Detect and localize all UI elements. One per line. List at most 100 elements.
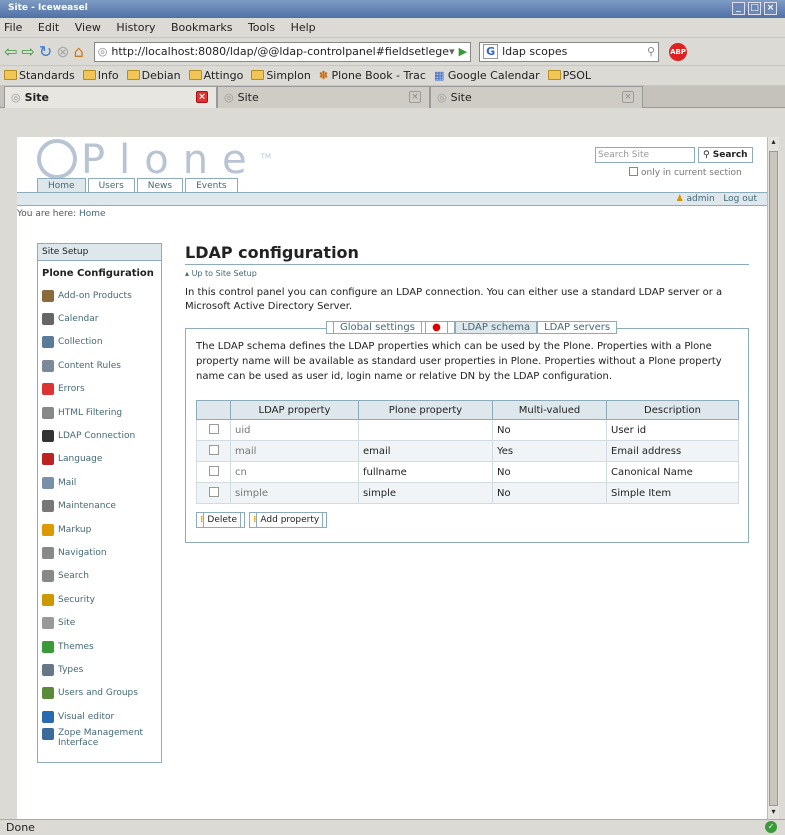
sidebar-item[interactable]: Zope Management Interface <box>38 728 161 762</box>
table-row: uid No User id <box>196 419 739 441</box>
sidebar-item[interactable]: Content Rules <box>38 354 161 377</box>
error-icon <box>42 383 54 396</box>
scroll-up-icon[interactable]: ▴ <box>768 137 779 149</box>
sidebar-item[interactable]: LDAP Connection <box>38 424 161 447</box>
portlet-header[interactable]: Site Setup <box>38 244 161 261</box>
only-current-checkbox[interactable] <box>629 167 638 176</box>
scroll-down-icon[interactable]: ▾ <box>768 807 779 819</box>
sidebar-item-label: Site <box>58 618 76 629</box>
vertical-scrollbar[interactable]: ▴ ▾ <box>767 137 779 819</box>
row-checkbox[interactable] <box>208 444 219 455</box>
lock-icon <box>42 593 54 606</box>
portlet-items: Add-on Products Calendar Collection Content… <box>38 284 161 762</box>
site-search-input[interactable]: Search Site <box>595 147 695 163</box>
bookmark-psol[interactable]: PSOL <box>547 69 591 82</box>
global-tab-home[interactable]: Home <box>37 178 86 193</box>
bookmark-debian[interactable]: Debian <box>126 69 181 82</box>
user-link[interactable]: admin <box>687 194 715 204</box>
logout-link[interactable]: Log out <box>723 194 757 204</box>
breadcrumb-home[interactable]: Home <box>79 209 106 219</box>
magnifier-icon[interactable]: ⚲ <box>647 45 655 58</box>
tab-site-2[interactable]: ◎ Site × <box>217 86 430 108</box>
sidebar-item[interactable]: Users and Groups <box>38 682 161 705</box>
sidebar-item[interactable]: Errors <box>38 378 161 401</box>
search-bar[interactable]: G ldap scopes ⚲ <box>479 41 660 62</box>
sidebar-item[interactable]: Types <box>38 658 161 681</box>
tab-ldap-servers[interactable]: LDAP servers <box>537 321 618 334</box>
close-tab-icon[interactable]: × <box>196 91 208 103</box>
sidebar-item-label: Errors <box>58 384 85 395</box>
plone-property-cell: simple <box>358 482 493 504</box>
close-tab-icon[interactable]: × <box>622 91 634 103</box>
menu-tools[interactable]: Tools <box>248 21 275 34</box>
sidebar-item[interactable]: Collection <box>38 331 161 354</box>
menu-file[interactable]: File <box>4 21 22 34</box>
bookmark-simplon[interactable]: Simplon <box>251 69 311 82</box>
row-checkbox[interactable] <box>208 486 219 497</box>
close-tab-icon[interactable]: × <box>409 91 421 103</box>
tab-site-1[interactable]: ◎ Site × <box>4 86 217 108</box>
search-input[interactable]: ldap scopes <box>502 45 647 58</box>
themes-icon <box>42 640 54 653</box>
sidebar-item-label: Users and Groups <box>58 688 138 699</box>
menu-bookmarks[interactable]: Bookmarks <box>171 21 232 34</box>
stop-icon[interactable]: ⊗ <box>56 43 69 60</box>
sidebar-item[interactable]: Calendar <box>38 307 161 330</box>
sidebar-item[interactable]: Add-on Products <box>38 284 161 307</box>
up-to-site-setup-link[interactable]: ▴ Up to Site Setup <box>185 269 749 278</box>
scrollbar-thumb[interactable] <box>769 151 778 806</box>
add-property-button[interactable]: ⁝ Add property <box>249 512 328 528</box>
sidebar-item[interactable]: HTML Filtering <box>38 401 161 424</box>
sidebar-item[interactable]: Language <box>38 448 161 471</box>
sidebar-item-label: LDAP Connection <box>58 431 136 442</box>
row-checkbox[interactable] <box>208 423 219 434</box>
delete-button[interactable]: ⁝ Delete <box>196 512 245 528</box>
sidebar-item[interactable]: Maintenance <box>38 495 161 518</box>
close-icon[interactable]: × <box>764 2 777 15</box>
global-tab-news[interactable]: News <box>136 178 184 193</box>
menu-history[interactable]: History <box>116 21 155 34</box>
url-dropdown-icon[interactable]: ▾ <box>449 45 455 58</box>
go-icon[interactable]: ▶ <box>459 45 467 58</box>
global-tab-users[interactable]: Users <box>87 178 135 193</box>
menu-view[interactable]: View <box>75 21 101 34</box>
bookmark-info[interactable]: Info <box>82 69 119 82</box>
sidebar-item[interactable]: Mail <box>38 471 161 494</box>
menu-help[interactable]: Help <box>291 21 316 34</box>
column-header-description: Description <box>606 400 739 420</box>
site-search-button[interactable]: ⚲ Search <box>698 147 753 163</box>
sidebar-item[interactable]: Security <box>38 588 161 611</box>
window-title: Site - Iceweasel <box>8 3 88 13</box>
only-current-section[interactable]: only in current section <box>629 167 742 178</box>
global-tab-events[interactable]: Events <box>185 178 238 193</box>
bookmark-google-calendar[interactable]: ▦ Google Calendar <box>434 69 540 82</box>
tab-global-settings[interactable]: Global settings ● <box>326 321 455 334</box>
bookmark-standards[interactable]: Standards <box>4 69 75 82</box>
url-bar[interactable]: ◎ http://localhost:8080/ldap/@@ldap-cont… <box>93 41 472 62</box>
tab-site-3[interactable]: ◎ Site × <box>430 86 643 108</box>
sidebar-item[interactable]: Themes <box>38 635 161 658</box>
sidebar-item[interactable]: Markup <box>38 518 161 541</box>
menu-edit[interactable]: Edit <box>38 21 59 34</box>
row-checkbox[interactable] <box>208 465 219 476</box>
sidebar-item[interactable]: Navigation <box>38 541 161 564</box>
bookmark-plone-book[interactable]: ✽ Plone Book - Trac <box>319 69 426 82</box>
bookmark-attingo[interactable]: Attingo <box>188 69 243 82</box>
maximize-icon[interactable]: □ <box>748 2 761 15</box>
tab-ldap-schema[interactable]: LDAP schema <box>454 321 538 334</box>
url-input[interactable]: http://localhost:8080/ldap/@@ldap-contro… <box>111 45 449 58</box>
search-engine-icon[interactable]: G <box>483 44 499 59</box>
back-icon[interactable]: ⇦ <box>4 43 17 60</box>
reload-icon[interactable]: ↻ <box>39 43 52 60</box>
sidebar-item[interactable]: Site <box>38 611 161 634</box>
minimize-icon[interactable]: _ <box>732 2 745 15</box>
portlet-current[interactable]: Plone Configuration <box>38 261 161 284</box>
select-column-header <box>196 400 231 420</box>
collection-icon <box>42 336 54 349</box>
home-icon[interactable]: ⌂ <box>74 43 84 60</box>
sidebar-item[interactable]: Visual editor <box>38 705 161 728</box>
forward-icon[interactable]: ⇨ <box>21 43 34 60</box>
sidebar-item[interactable]: Search <box>38 565 161 588</box>
adblock-icon[interactable]: ABP <box>669 42 688 61</box>
tab-label: Site <box>237 91 259 104</box>
